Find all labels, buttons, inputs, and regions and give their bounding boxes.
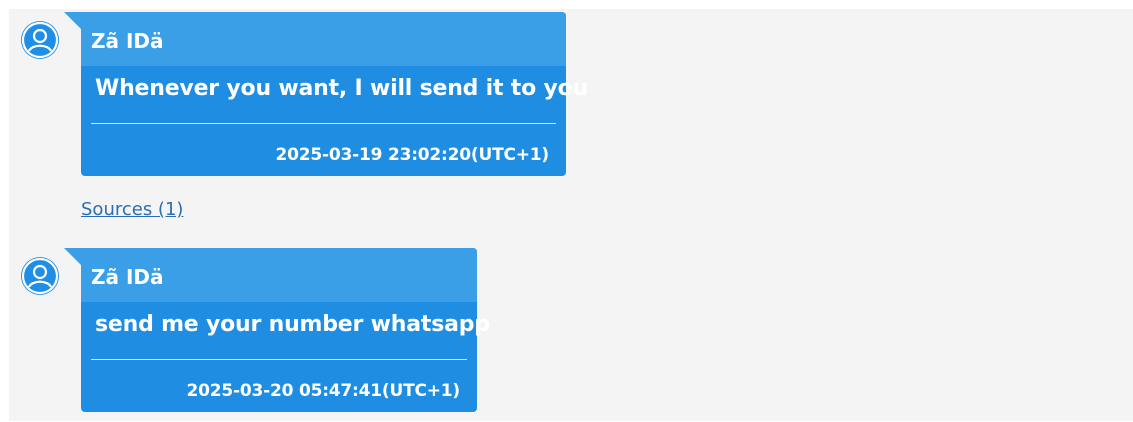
message-timestamp: 2025-03-20 05:47:41(UTC+1)	[186, 381, 460, 401]
sender-name: Zã IDä	[81, 12, 566, 66]
chat-transcript: Zã IDä Whenever you want, I will send it…	[9, 9, 1133, 421]
message-item: Zã IDä send me your number whatsapp 2025…	[9, 245, 609, 421]
user-avatar-icon	[21, 21, 59, 59]
sources-link[interactable]: Sources (1)	[81, 199, 183, 220]
sender-name: Zã IDä	[81, 248, 477, 302]
message-text: send me your number whatsapp	[95, 312, 490, 337]
message-bubble: Zã IDä Whenever you want, I will send it…	[64, 12, 589, 176]
message-item: Zã IDä Whenever you want, I will send it…	[9, 9, 609, 220]
message-text: Whenever you want, I will send it to you	[95, 76, 589, 101]
user-avatar-icon	[21, 257, 59, 295]
message-timestamp: 2025-03-19 23:02:20(UTC+1)	[275, 145, 549, 165]
message-bubble: Zã IDä send me your number whatsapp 2025…	[64, 248, 490, 412]
